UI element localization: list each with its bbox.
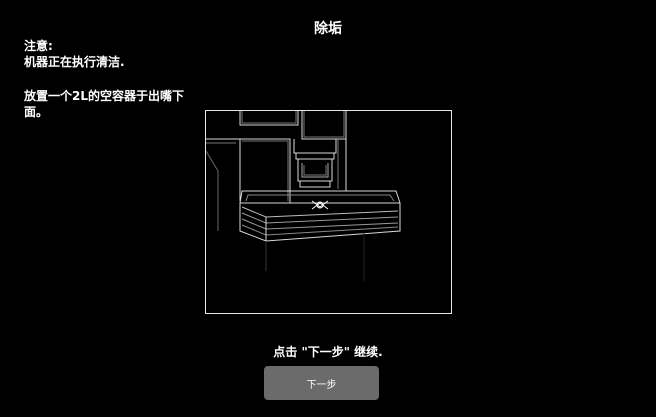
continue-instruction: 点击 "下一步" 继续. — [273, 345, 383, 359]
notice-container-text: 放置一个2L的空容器于出嘴下面。 — [24, 89, 184, 119]
next-step-button[interactable]: 下一步 — [264, 366, 379, 400]
page-title: 除垢 — [314, 21, 342, 37]
machine-illustration — [205, 110, 452, 314]
notice-heading: 注意: — [24, 39, 53, 53]
notice-cleaning-text: 机器正在执行清洁. — [24, 55, 125, 69]
coffee-machine-drip-tray-icon — [206, 111, 401, 281]
descaling-screen: 除垢 注意: 机器正在执行清洁. 放置一个2L的空容器于出嘴下面。 点击 "下一… — [0, 0, 656, 417]
notice-panel: 注意: 机器正在执行清洁. 放置一个2L的空容器于出嘴下面。 — [24, 38, 204, 120]
